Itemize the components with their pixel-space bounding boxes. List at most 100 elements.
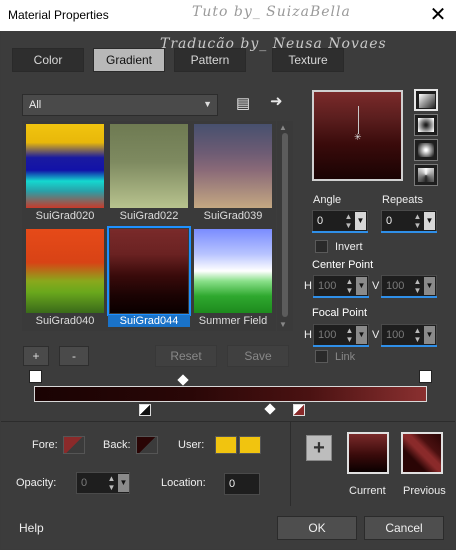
focal-h-input[interactable]: 100 ▲ ▼ ▼ [313,324,369,346]
invert-checkbox[interactable] [315,240,328,253]
gradient-thumbnail [194,229,272,313]
center-h-value: 100 [318,280,337,292]
chevron-down-icon[interactable]: ▼ [356,277,367,295]
angle-slider[interactable] [312,231,368,233]
scroll-up-icon[interactable]: ▲ [279,123,287,132]
sunburst-gradient-button[interactable] [414,139,438,161]
location-value: 0 [229,478,236,490]
center-v-slider[interactable] [381,296,437,298]
arrow-right-icon[interactable]: ➜ [270,92,283,110]
radial-gradient-button[interactable] [414,164,438,186]
focal-v-label: V [372,329,380,341]
chevron-down-icon[interactable]: ▼ [424,277,435,295]
gallery-item[interactable]: SuiGrad040 [24,227,106,327]
gradient-thumbnail [26,124,104,208]
rectangular-gradient-icon [418,118,434,132]
repeats-input[interactable]: 0 ▲ ▼ ▼ [381,210,437,232]
transparency-stop-marker[interactable] [419,370,432,383]
fore-color-swatch[interactable] [63,436,85,454]
ok-button[interactable]: OK [277,516,357,540]
scrollbar-thumb[interactable] [282,133,288,317]
sunburst-gradient-icon [418,143,434,157]
invert-label: Invert [335,241,363,253]
back-label: Back: [103,439,131,451]
category-value: All [29,99,42,111]
center-h-slider[interactable] [313,296,369,298]
focal-point-label: Focal Point [312,307,368,319]
repeats-slider[interactable] [381,231,437,233]
previous-label: Previous [403,485,446,497]
chevron-down-icon[interactable]: ▼ [424,212,435,230]
tab-pattern[interactable]: Pattern [174,48,246,72]
save-button[interactable]: Save [227,345,289,367]
angle-input[interactable]: 0 ▲ ▼ ▼ [312,210,368,232]
library-icon[interactable]: ▤ [236,94,250,112]
rectangular-gradient-button[interactable] [414,114,438,136]
linear-gradient-button[interactable] [414,89,438,111]
gallery-item-label: Summer Field [198,315,268,327]
current-label: Current [349,485,386,497]
gallery-item[interactable]: SuiGrad039 [192,122,274,222]
spin-arrows-icon[interactable]: ▲ ▼ [106,474,117,492]
help-link[interactable]: Help [19,521,44,535]
category-dropdown[interactable]: All ▼ [22,94,218,116]
location-input[interactable]: 0 [224,473,260,495]
gallery-item[interactable]: Summer Field [192,227,274,327]
focal-v-input[interactable]: 100 ▲ ▼ ▼ [381,324,437,346]
fore-label: Fore: [32,439,58,451]
opacity-input[interactable]: 0 ▲ ▼ ▼ [76,472,130,494]
color-stop-marker[interactable] [139,404,151,416]
angle-value: 0 [317,215,324,227]
current-preview [347,432,389,474]
spin-arrows-icon[interactable]: ▲ ▼ [344,326,355,344]
gallery-item-selected[interactable]: SuiGrad044 [107,226,191,327]
remove-gradient-button[interactable]: - [59,346,89,366]
gradient-preview[interactable]: ✳ [312,90,403,181]
window-title: Material Properties [8,8,109,22]
user-color-swatch-2[interactable] [239,436,261,454]
spin-arrows-icon[interactable]: ▲ ▼ [412,326,423,344]
reset-button[interactable]: Reset [155,345,217,367]
spin-arrows-icon[interactable]: ▲ ▼ [412,212,423,230]
tab-gradient[interactable]: Gradient [93,48,165,72]
focal-v-value: 100 [386,329,405,341]
focal-v-slider[interactable] [381,345,437,347]
link-checkbox[interactable] [315,350,328,363]
repeats-label: Repeats [382,194,423,206]
spin-arrows-icon[interactable]: ▲ ▼ [343,212,354,230]
gallery-scrollbar[interactable]: ▲ ▼ [277,121,293,331]
center-point-icon[interactable]: ✳ [354,132,362,143]
gradient-thumbnail [194,124,272,208]
link-label: Link [335,351,356,363]
tab-color[interactable]: Color [12,48,84,72]
previous-preview[interactable] [401,432,443,474]
divider [1,421,455,422]
gallery-item[interactable]: SuiGrad022 [108,122,190,222]
focal-h-value: 100 [318,329,337,341]
spin-arrows-icon[interactable]: ▲ ▼ [412,277,423,295]
chevron-down-icon[interactable]: ▼ [424,326,435,344]
chevron-down-icon[interactable]: ▼ [118,474,129,492]
tab-texture[interactable]: Texture [272,48,344,72]
cancel-button[interactable]: Cancel [364,516,444,540]
chevron-down-icon[interactable]: ▼ [356,326,367,344]
gradient-editor-bar[interactable] [34,386,427,402]
back-color-swatch[interactable] [136,436,158,454]
color-stop-marker[interactable] [293,404,305,416]
user-color-swatch[interactable] [215,436,237,454]
transparency-stop-marker[interactable] [29,370,42,383]
center-h-input[interactable]: 100 ▲ ▼ ▼ [313,275,369,297]
chevron-down-icon: ▼ [203,99,212,109]
gradient-thumbnail [26,229,104,313]
center-v-label: V [372,280,380,292]
spin-arrows-icon[interactable]: ▲ ▼ [344,277,355,295]
center-v-input[interactable]: 100 ▲ ▼ ▼ [381,275,437,297]
add-gradient-button[interactable]: + [23,346,49,366]
chevron-down-icon[interactable]: ▼ [355,212,366,230]
gallery-item[interactable]: SuiGrad020 [24,122,106,222]
angle-handle[interactable] [358,106,359,134]
scroll-down-icon[interactable]: ▼ [279,320,287,329]
add-to-swatches-button[interactable]: + [306,435,332,461]
focal-h-slider[interactable] [313,345,369,347]
close-icon[interactable]: ✕ [424,3,452,27]
